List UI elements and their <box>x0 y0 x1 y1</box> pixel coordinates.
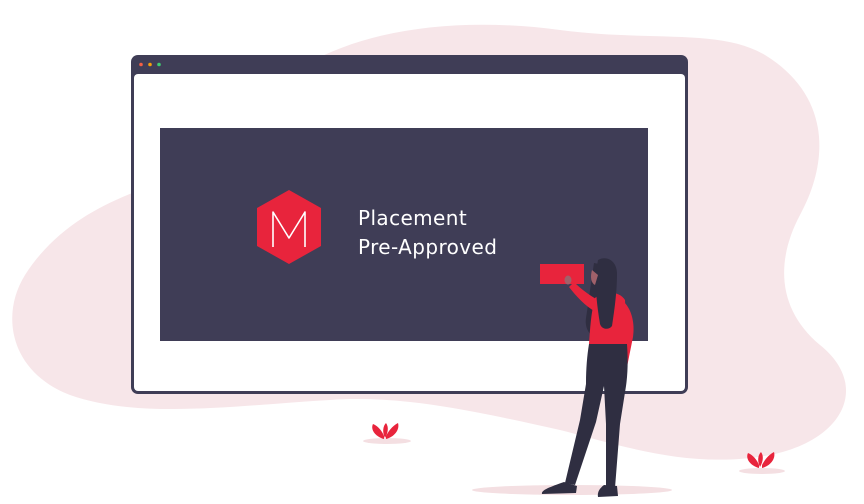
window-minimize-dot[interactable] <box>148 62 152 67</box>
banner-title-line2: Pre-Approved <box>358 235 498 259</box>
window-maximize-dot[interactable] <box>157 62 161 67</box>
banner-title-line1: Placement <box>358 206 468 230</box>
illustration-canvas: Placement Pre-Approved <box>0 0 864 504</box>
window-close-dot[interactable] <box>139 62 143 67</box>
red-note-card <box>540 264 584 284</box>
flower-plant-icon <box>363 423 411 444</box>
